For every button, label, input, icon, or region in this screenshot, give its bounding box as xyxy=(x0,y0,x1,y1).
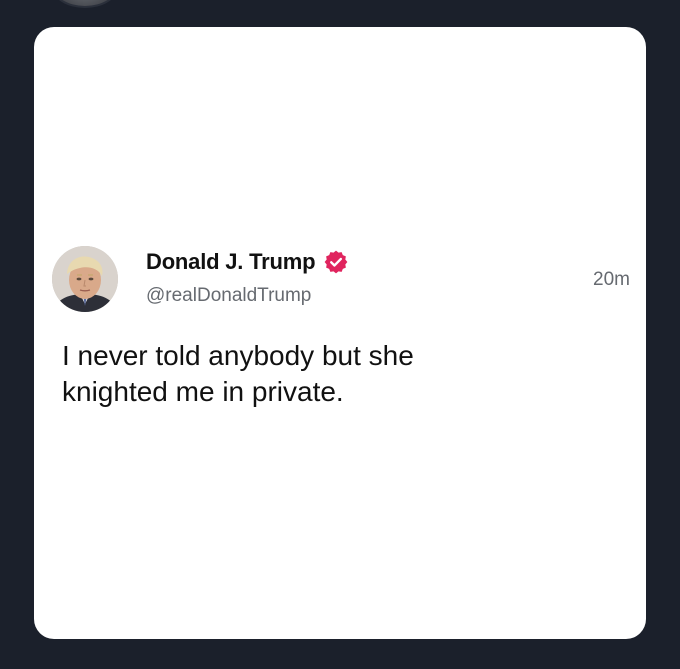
avatar[interactable] xyxy=(52,246,118,312)
name-row: Donald J. Trump xyxy=(146,249,349,275)
avatar-image xyxy=(52,246,118,312)
display-name[interactable]: Donald J. Trump xyxy=(146,249,316,275)
post-text: I never told anybody but she knighted me… xyxy=(62,340,414,407)
post-card: Donald J. Trump @realDonaldTrump 20m I n… xyxy=(34,27,646,639)
handle[interactable]: @realDonaldTrump xyxy=(146,285,311,307)
timestamp[interactable]: 20m xyxy=(593,269,630,291)
verified-badge-icon xyxy=(323,249,349,275)
partial-avatar-top xyxy=(52,0,118,8)
